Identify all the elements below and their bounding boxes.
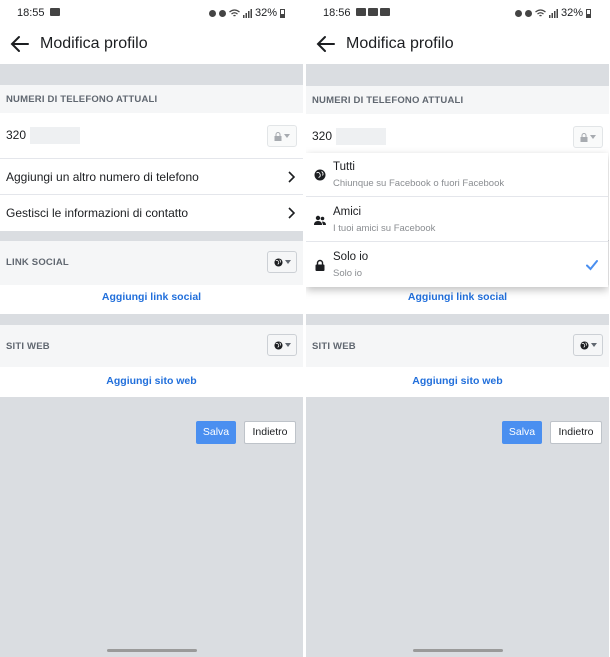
wifi-icon — [229, 8, 240, 16]
phone-section: NUMERI DI TELEFONO ATTUALI 320 Aggiungi … — [0, 85, 303, 231]
app-bar: Modifica profilo — [306, 26, 609, 64]
battery-percent: 32% — [560, 7, 583, 19]
phone-privacy-button[interactable] — [573, 126, 603, 148]
privacy-option-only-me[interactable]: Solo io Solo io — [306, 243, 608, 287]
save-button[interactable]: Salva — [502, 421, 542, 444]
wifi-icon — [535, 8, 546, 16]
option-subtitle: Solo io — [333, 268, 363, 279]
alarm-icon — [208, 9, 216, 17]
add-social-link[interactable]: Aggiungi link social — [0, 291, 303, 303]
save-button[interactable]: Salva — [196, 421, 236, 444]
add-website-link[interactable]: Aggiungi sito web — [0, 375, 303, 387]
signal-icon — [242, 8, 252, 18]
web-privacy-button[interactable] — [267, 334, 297, 356]
gesture-bar[interactable] — [412, 649, 503, 652]
caret-down-icon — [284, 343, 291, 347]
globe-icon — [273, 257, 283, 267]
section-title: SITI WEB — [6, 341, 50, 352]
web-section: SITI WEB Aggiungi sito web — [0, 325, 303, 397]
battery-icon — [280, 8, 285, 18]
option-subtitle: Chiunque su Facebook o fuori Facebook — [333, 178, 505, 189]
social-link-row: Aggiungi link social — [0, 285, 303, 314]
app-bar: Modifica profilo — [0, 26, 303, 64]
social-section: LINK SOCIAL Aggiungi link social — [0, 241, 303, 314]
notification-icons — [356, 8, 390, 16]
option-title: Solo io — [333, 251, 369, 263]
add-phone-label: Aggiungi un altro numero di telefono — [6, 170, 199, 184]
section-title: SITI WEB — [312, 341, 356, 352]
status-bar: 18:56 32% — [306, 0, 609, 26]
privacy-option-public[interactable]: Tutti Chiunque su Facebook o fuori Faceb… — [306, 153, 608, 197]
back-arrow-icon[interactable] — [8, 32, 32, 56]
section-header: NUMERI DI TELEFONO ATTUALI — [0, 85, 303, 113]
globe-icon — [314, 169, 326, 181]
signal-icon — [548, 8, 558, 18]
section-header: NUMERI DI TELEFONO ATTUALI — [306, 86, 609, 114]
page-title: Modifica profilo — [40, 35, 148, 52]
status-bar: 18:55 32% — [0, 0, 303, 26]
back-button[interactable]: Indietro — [244, 421, 296, 444]
screen-after: 18:56 32% Modifica profilo NUMERI DI TEL… — [306, 0, 609, 657]
status-time: 18:56 — [323, 7, 351, 19]
section-title: NUMERI DI TELEFONO ATTUALI — [312, 95, 464, 106]
caret-down-icon — [284, 260, 291, 264]
phone-number: 320 — [6, 128, 27, 142]
option-subtitle: I tuoi amici su Facebook — [333, 223, 436, 234]
add-website-link[interactable]: Aggiungi sito web — [306, 375, 609, 387]
status-right: 32% — [514, 7, 591, 19]
option-title: Amici — [333, 206, 362, 218]
phone-number-redaction — [336, 128, 386, 145]
page-title: Modifica profilo — [346, 35, 454, 52]
caret-down-icon — [590, 343, 597, 347]
add-phone-row[interactable]: Aggiungi un altro numero di telefono — [0, 159, 303, 195]
mute-icon — [524, 9, 532, 17]
web-link-row: Aggiungi sito web — [0, 367, 303, 397]
social-link-row: Aggiungi link social — [306, 285, 609, 314]
phone-number: 320 — [312, 129, 333, 143]
manage-contact-label: Gestisci le informazioni di contatto — [6, 206, 189, 220]
add-social-link[interactable]: Aggiungi link social — [306, 291, 609, 303]
web-privacy-button[interactable] — [573, 334, 603, 356]
chevron-right-icon — [288, 171, 295, 183]
lock-icon — [274, 131, 282, 141]
status-right: 32% — [208, 7, 285, 19]
chevron-right-icon — [288, 207, 295, 219]
back-button[interactable]: Indietro — [550, 421, 602, 444]
mute-icon — [218, 9, 226, 17]
friends-icon — [314, 215, 326, 225]
back-arrow-icon[interactable] — [314, 32, 338, 56]
section-title: LINK SOCIAL — [6, 257, 69, 268]
globe-icon — [273, 340, 283, 350]
section-header: LINK SOCIAL — [0, 241, 303, 285]
section-header: SITI WEB — [306, 325, 609, 367]
phone-privacy-button[interactable] — [267, 125, 297, 147]
lock-icon — [315, 259, 325, 271]
manage-contact-row[interactable]: Gestisci le informazioni di contatto — [0, 195, 303, 231]
option-title: Tutti — [333, 161, 355, 173]
phone-row: 320 — [0, 113, 303, 159]
section-header: SITI WEB — [0, 325, 303, 367]
battery-icon — [586, 8, 591, 18]
privacy-dropdown: Tutti Chiunque su Facebook o fuori Faceb… — [306, 153, 608, 287]
notification-icons — [50, 8, 60, 16]
web-section: SITI WEB Aggiungi sito web — [306, 325, 609, 397]
web-link-row: Aggiungi sito web — [306, 367, 609, 397]
phone-number-redaction — [30, 127, 80, 144]
privacy-option-friends[interactable]: Amici I tuoi amici su Facebook — [306, 198, 608, 242]
status-time: 18:55 — [17, 7, 45, 19]
gesture-bar[interactable] — [106, 649, 197, 652]
lock-icon — [580, 132, 588, 142]
battery-percent: 32% — [254, 7, 277, 19]
alarm-icon — [514, 9, 522, 17]
social-privacy-button[interactable] — [267, 251, 297, 273]
screen-before: 18:55 32% Modifica profilo NUMERI DI TEL… — [0, 0, 303, 657]
check-icon — [586, 260, 598, 271]
caret-down-icon — [590, 135, 596, 139]
globe-icon — [579, 340, 589, 350]
caret-down-icon — [284, 134, 290, 138]
section-title: NUMERI DI TELEFONO ATTUALI — [6, 94, 158, 105]
